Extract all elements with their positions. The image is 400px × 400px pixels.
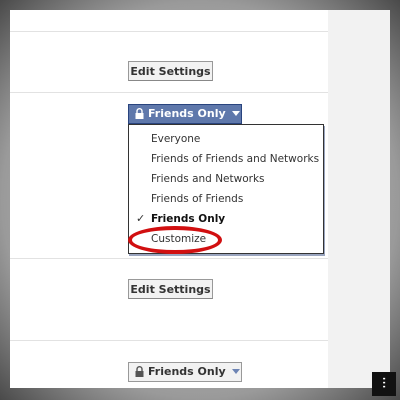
menu-item-everyone[interactable]: Everyone xyxy=(129,129,323,149)
lock-icon xyxy=(135,107,144,119)
privacy-dropdown[interactable]: Friends Only xyxy=(128,362,242,382)
menu-item-label: Customize xyxy=(151,233,207,245)
menu-item-friends-of-friends-and-networks[interactable]: Friends of Friends and Networks xyxy=(129,149,323,169)
edit-settings-button[interactable]: Edit Settings xyxy=(128,279,213,299)
checkmark-icon: ✓ xyxy=(136,212,146,225)
menu-item-label: Friends of Friends xyxy=(151,193,244,205)
menu-item-label: Friends and Networks xyxy=(151,173,265,185)
privacy-label: Friends Only xyxy=(148,107,226,120)
privacy-dropdown-menu: Everyone Friends of Friends and Networks… xyxy=(128,124,324,254)
corner-badge: ⫶ xyxy=(372,372,396,396)
menu-item-friends-of-friends[interactable]: Friends of Friends xyxy=(129,189,323,209)
edit-settings-button[interactable]: Edit Settings xyxy=(128,61,213,81)
divider xyxy=(10,340,328,341)
menu-item-customize[interactable]: Customize xyxy=(129,229,323,249)
menu-item-friends-only[interactable]: ✓ Friends Only xyxy=(129,209,323,229)
divider xyxy=(10,258,328,259)
divider xyxy=(10,92,328,93)
privacy-settings-panel: Edit Settings Friends Only Edit Settings… xyxy=(10,10,390,388)
menu-item-label: Friends Only xyxy=(151,213,226,225)
menu-item-label: Friends of Friends and Networks xyxy=(151,153,320,165)
chevron-down-icon xyxy=(231,110,240,116)
lock-icon xyxy=(135,365,144,377)
settings-content: Edit Settings Friends Only Edit Settings… xyxy=(10,10,328,388)
menu-item-friends-and-networks[interactable]: Friends and Networks xyxy=(129,169,323,189)
divider xyxy=(10,31,328,32)
right-gutter xyxy=(328,10,390,388)
privacy-dropdown-active[interactable]: Friends Only xyxy=(128,104,242,124)
privacy-label: Friends Only xyxy=(148,365,226,378)
chevron-down-icon xyxy=(231,368,240,374)
menu-item-label: Everyone xyxy=(151,133,201,145)
